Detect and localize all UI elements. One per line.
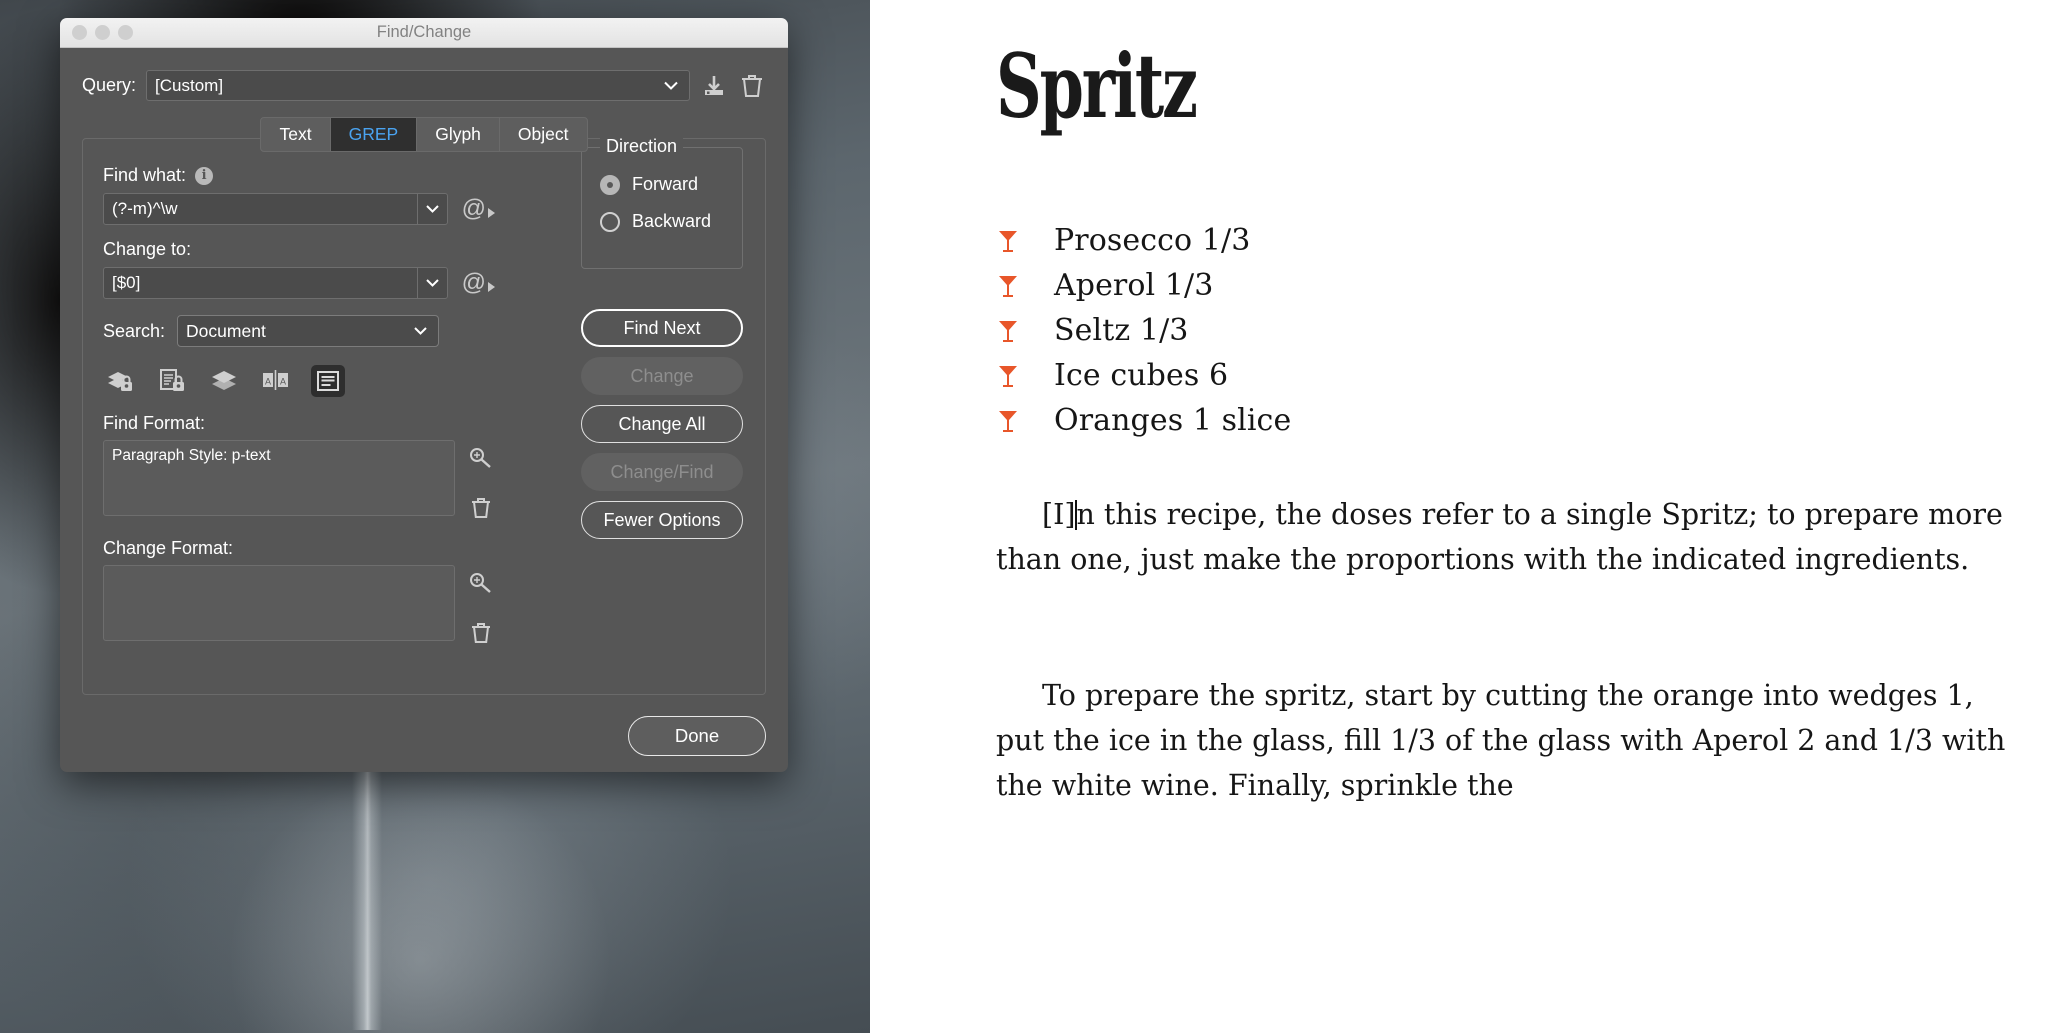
dialog-titlebar[interactable]: Find/Change [60, 18, 788, 48]
search-scope-row: Search: Document [103, 315, 495, 347]
change-to-value: [$0] [104, 273, 140, 293]
svg-text:A: A [280, 377, 286, 387]
include-locked-stories-icon[interactable] [155, 365, 189, 397]
list-item: Seltz 1/3 [996, 308, 1896, 353]
save-query-icon[interactable] [700, 72, 728, 100]
cocktail-glass-stem [352, 770, 382, 1030]
radio-backward[interactable] [600, 212, 620, 232]
find-what-value: (?-m)^\w [104, 199, 178, 219]
tab-grep[interactable]: GREP [330, 117, 418, 152]
direction-option-backward[interactable]: Backward [600, 211, 742, 232]
query-select[interactable]: [Custom] [146, 70, 690, 101]
change-format-box[interactable] [103, 565, 455, 641]
search-scope-select[interactable]: Document [177, 315, 439, 347]
triangle-right-icon [488, 208, 495, 218]
ingredient-label: Oranges 1 slice [1054, 403, 1291, 438]
document-title: Spritz [996, 42, 1196, 130]
body-paragraph-1: [I]n this recipe, the doses refer to a s… [996, 492, 2006, 582]
case-sensitive-icon[interactable]: A A [259, 365, 293, 397]
find-next-button[interactable]: Find Next [581, 309, 743, 347]
list-item: Oranges 1 slice [996, 398, 1896, 443]
find-special-character-icon[interactable]: @ [462, 195, 495, 223]
tab-glyph[interactable]: Glyph [416, 117, 500, 152]
fewer-options-button[interactable]: Fewer Options [581, 501, 743, 539]
info-icon[interactable]: i [195, 167, 213, 185]
dialog-title: Find/Change [60, 23, 788, 42]
list-item: Prosecco 1/3 [996, 218, 1896, 263]
change-to-history-dropdown[interactable] [417, 268, 447, 298]
find-format-tools [467, 440, 495, 522]
search-label: Search: [103, 321, 165, 342]
specify-attributes-icon[interactable] [467, 444, 495, 472]
list-item: Aperol 1/3 [996, 263, 1896, 308]
change-special-character-icon[interactable]: @ [462, 269, 495, 297]
trash-icon[interactable] [738, 72, 766, 100]
radio-backward-label: Backward [632, 211, 711, 232]
ingredient-label: Seltz 1/3 [1054, 313, 1188, 348]
mode-tabs: Text GREP Glyph Object [82, 117, 766, 152]
find-format-row: Paragraph Style: p-text [103, 440, 495, 522]
find-change-dialog: Find/Change Query: [Custom] [60, 18, 788, 772]
chevron-down-icon [413, 326, 428, 336]
change-all-button[interactable]: Change All [581, 405, 743, 443]
find-what-row: (?-m)^\w @ [103, 193, 495, 225]
ingredient-label: Ice cubes 6 [1054, 358, 1228, 393]
find-what-input[interactable]: (?-m)^\w [103, 193, 448, 225]
direction-option-forward[interactable]: Forward [600, 174, 742, 195]
find-format-box[interactable]: Paragraph Style: p-text [103, 440, 455, 516]
triangle-right-icon [488, 282, 495, 292]
cocktail-glass-bullet-icon [996, 274, 1054, 298]
direction-group: Direction Forward Backward [581, 147, 743, 269]
cocktail-glass-bullet-icon [996, 319, 1054, 343]
search-options-panel: Find what: i (?-m)^\w @ Change to: [$ [82, 138, 766, 695]
body-paragraph-2: To prepare the spritz, start by cutting … [996, 673, 2006, 808]
find-what-label: Find what: i [103, 165, 495, 186]
dialog-footer: Done [60, 706, 788, 772]
change-format-tools [467, 565, 495, 647]
change-find-button: Change/Find [581, 453, 743, 491]
include-locked-layers-icon[interactable] [103, 365, 137, 397]
cocktail-glass-bullet-icon [996, 364, 1054, 388]
chevron-down-icon [663, 80, 679, 91]
trash-icon[interactable] [467, 494, 495, 522]
change-to-row: [$0] @ [103, 267, 495, 299]
change-format-label: Change Format: [103, 538, 495, 559]
find-what-history-dropdown[interactable] [417, 194, 447, 224]
trash-icon[interactable] [467, 619, 495, 647]
replaced-text-token: [I] [1042, 498, 1076, 531]
document-page: Spritz Prosecco 1/3 Aperol 1/3 Seltz 1/3… [870, 0, 2048, 1033]
paragraph-1-text: n this recipe, the doses refer to a sing… [996, 498, 2003, 576]
svg-text:A: A [265, 377, 271, 387]
search-option-toggles: A A [103, 365, 495, 397]
change-button: Change [581, 357, 743, 395]
find-format-label: Find Format: [103, 413, 495, 434]
change-to-label: Change to: [103, 239, 495, 260]
done-button[interactable]: Done [628, 716, 766, 756]
ingredient-label: Prosecco 1/3 [1054, 223, 1250, 258]
include-hidden-layers-icon[interactable] [207, 365, 241, 397]
radio-forward[interactable] [600, 175, 620, 195]
search-scope-value: Document [186, 321, 266, 342]
find-what-label-text: Find what: [103, 165, 186, 186]
action-buttons: Find Next Change Change All Change/Find … [581, 309, 743, 549]
query-label: Query: [82, 75, 136, 96]
change-to-input[interactable]: [$0] [103, 267, 448, 299]
ingredient-label: Aperol 1/3 [1054, 268, 1213, 303]
tab-object[interactable]: Object [499, 117, 588, 152]
change-format-row [103, 565, 495, 647]
cocktail-glass-bullet-icon [996, 409, 1054, 433]
tab-text[interactable]: Text [260, 117, 330, 152]
radio-forward-label: Forward [632, 174, 698, 195]
cocktail-glass-bullet-icon [996, 229, 1054, 253]
query-row: Query: [Custom] [82, 48, 766, 101]
left-column: Find what: i (?-m)^\w @ Change to: [$ [103, 165, 495, 647]
list-item: Ice cubes 6 [996, 353, 1896, 398]
whole-word-icon[interactable] [311, 365, 345, 397]
specify-attributes-icon[interactable] [467, 569, 495, 597]
query-value: [Custom] [155, 76, 223, 96]
ingredients-list: Prosecco 1/3 Aperol 1/3 Seltz 1/3 Ice cu… [996, 218, 1896, 443]
